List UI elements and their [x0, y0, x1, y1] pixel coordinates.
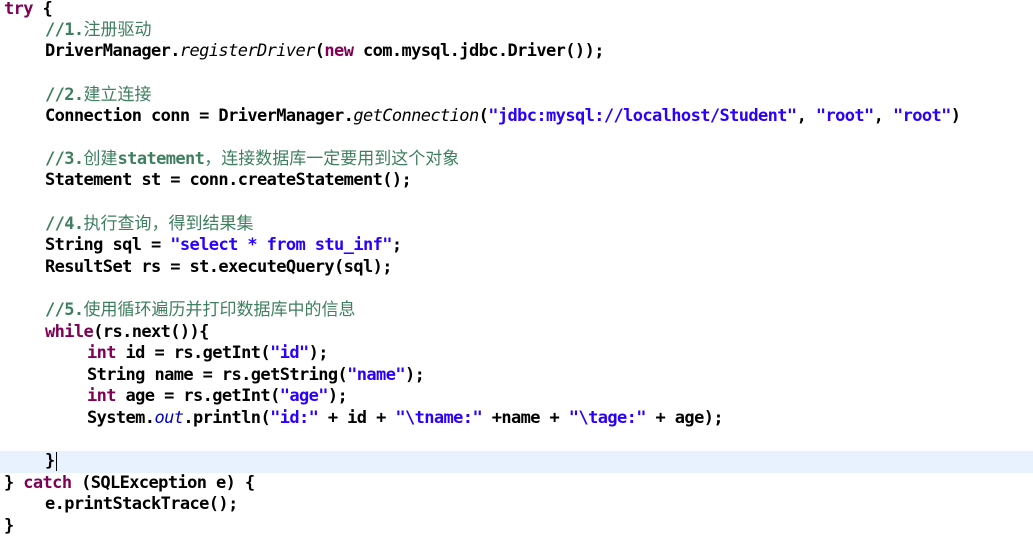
text-caret: [55, 451, 58, 471]
code-line-13: ResultSet rs = st.executeQuery(sql);: [45, 257, 392, 277]
comment-line-2: //2.建立连接: [45, 85, 152, 105]
comment-line-1: //1.注册驱动: [45, 20, 152, 40]
code-line-12: String sql = "select * from stu_inf";: [45, 235, 402, 255]
code-line-9: Statement st = conn.createStatement();: [45, 170, 412, 190]
code-line-6: Connection conn = DriverManager.getConne…: [45, 106, 961, 126]
current-line: }: [0, 451, 1033, 473]
code-line-25: }: [4, 516, 14, 536]
keyword: try: [4, 0, 34, 19]
code-line-3: DriverManager.registerDriver(new com.mys…: [45, 41, 604, 61]
code-line-19: int age = rs.getInt("age");: [87, 386, 348, 406]
comment-line-3: //3.创建statement，连接数据库一定要用到这个对象: [45, 149, 460, 169]
code-line-24: e.printStackTrace();: [45, 494, 238, 514]
static-method: registerDriver: [179, 41, 315, 61]
code-line-1: try {: [4, 0, 53, 19]
code-line-16: while(rs.next()){: [45, 322, 209, 342]
code-line-23: } catch (SQLException e) {: [4, 473, 255, 493]
comment-line-4: //4.执行查询，得到结果集: [45, 214, 254, 234]
code-editor[interactable]: try { //1.注册驱动 DriverManager.registerDri…: [0, 0, 1033, 550]
code-line-20: System.out.println("id:" + id + "\tname:…: [87, 408, 724, 428]
code-line-17: int id = rs.getInt("id");: [87, 343, 329, 363]
comment-line-5: //5.使用循环遍历并打印数据库中的信息: [45, 300, 356, 320]
code-line-18: String name = rs.getString("name");: [87, 365, 425, 385]
